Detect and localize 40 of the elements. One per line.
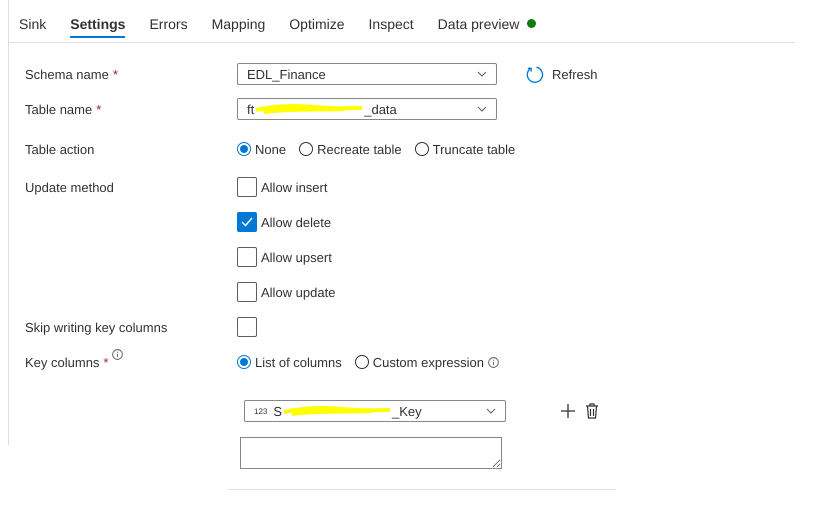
field-label: Update method xyxy=(25,180,115,194)
field-label: Skip writing key columns xyxy=(25,320,168,334)
delete-icon[interactable] xyxy=(584,403,600,419)
radio-option[interactable]: None xyxy=(237,142,286,156)
checkbox-option[interactable]: Allow delete xyxy=(237,212,332,232)
refresh-icon xyxy=(525,64,544,84)
info-icon[interactable] xyxy=(488,356,499,368)
tab[interactable]: Errors xyxy=(149,14,188,38)
column-dropdown[interactable]: 123 S _Key xyxy=(244,400,506,422)
add-icon[interactable] xyxy=(560,403,576,419)
field-label: Key columns xyxy=(25,354,100,370)
checkbox-option[interactable]: Allow upsert xyxy=(237,247,332,267)
radio-option[interactable]: List of columns xyxy=(237,354,342,370)
tab[interactable]: Inspect xyxy=(368,14,414,38)
check-icon xyxy=(241,217,253,227)
table-dropdown[interactable]: ft _data xyxy=(237,98,497,120)
radio-option[interactable]: Truncate table xyxy=(414,142,516,156)
tab[interactable]: Optimize xyxy=(289,14,345,38)
tab[interactable]: Mapping xyxy=(212,14,266,38)
tab[interactable]: Settings xyxy=(70,14,126,38)
checkbox-option[interactable]: Allow update xyxy=(237,282,336,302)
tab[interactable]: Sink xyxy=(19,14,46,38)
tab[interactable]: Data preview xyxy=(438,14,536,38)
radio-option[interactable]: Custom expression xyxy=(354,354,484,370)
info-icon[interactable] xyxy=(112,348,124,360)
field-label: Table action xyxy=(25,142,96,156)
checkbox-option[interactable]: Allow insert xyxy=(237,177,328,197)
radio-option[interactable]: Recreate table xyxy=(299,142,402,156)
schema-dropdown[interactable]: EDL_Finance xyxy=(237,63,497,85)
chevron-icon xyxy=(477,106,487,112)
refresh-button[interactable]: Refresh xyxy=(525,64,598,84)
required-mark: * xyxy=(103,354,108,370)
checkbox[interactable] xyxy=(237,317,257,337)
field-label: Schema name xyxy=(25,66,109,82)
chevron-icon xyxy=(477,71,487,77)
required-mark: * xyxy=(96,102,102,116)
chevron-icon xyxy=(486,408,496,414)
field-label: Table name xyxy=(25,102,92,116)
expression-field[interactable] xyxy=(240,437,502,469)
required-mark: * xyxy=(112,66,118,82)
